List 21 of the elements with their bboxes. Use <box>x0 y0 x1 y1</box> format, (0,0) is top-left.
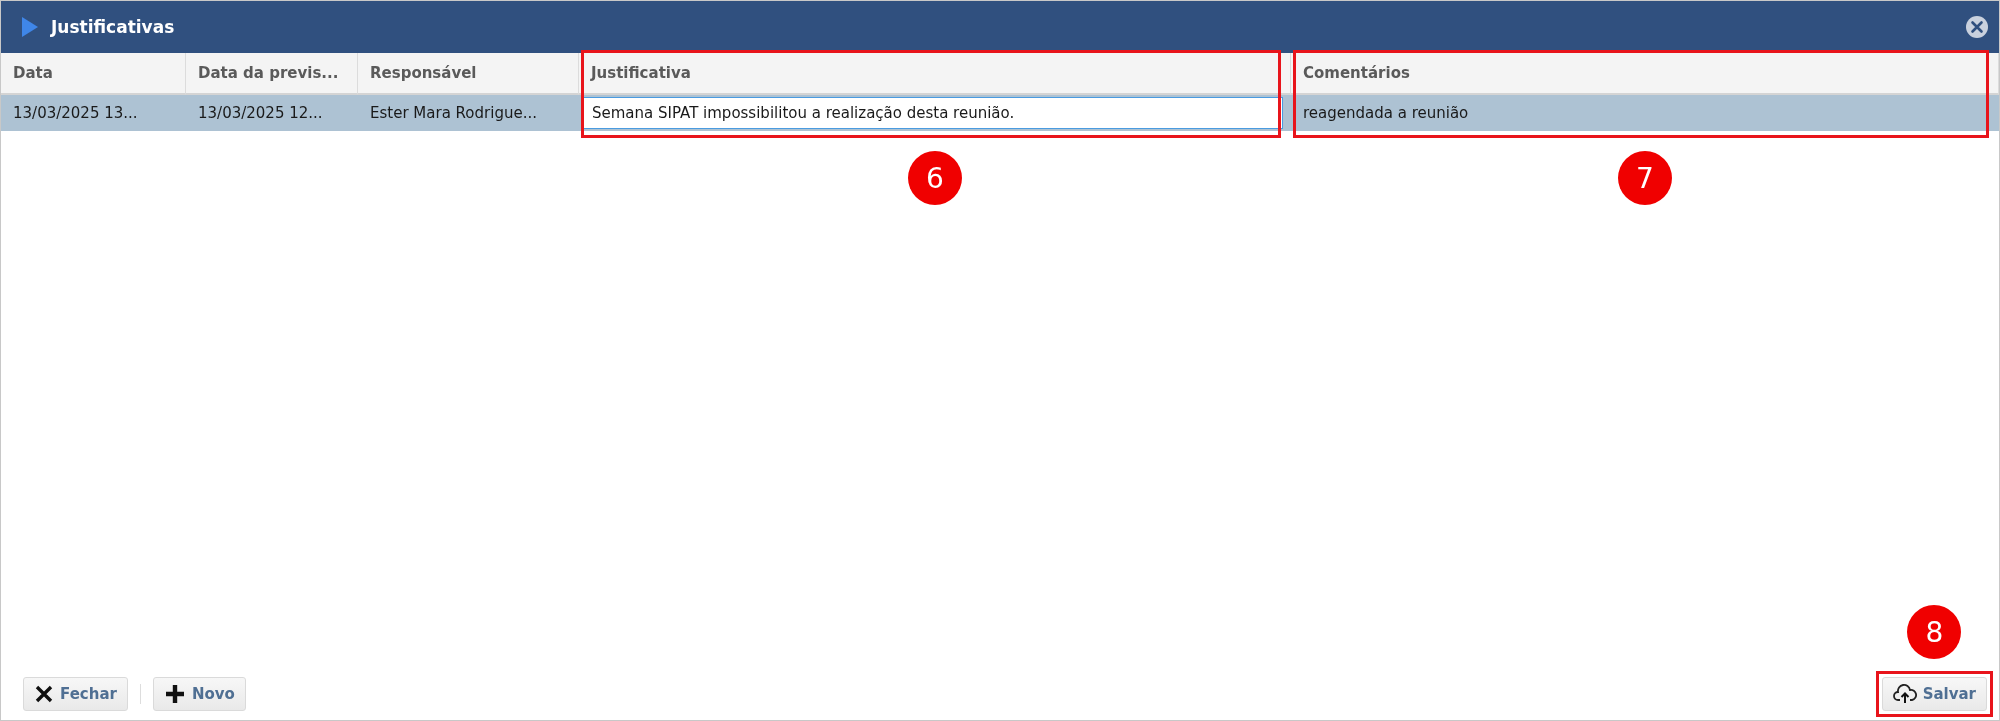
new-button[interactable]: Novo <box>152 677 246 711</box>
plus-icon <box>163 683 186 705</box>
table-cell: 13/03/2025 12... <box>186 95 358 131</box>
close-button[interactable]: Fechar <box>23 677 128 711</box>
table-cell: reagendada a reunião <box>1291 95 1999 131</box>
step-number: 6 <box>908 151 962 205</box>
column-header[interactable]: Comentários <box>1291 53 1999 95</box>
step-number: 8 <box>1907 605 1962 659</box>
play-icon <box>21 16 39 38</box>
column-header[interactable]: Responsável <box>358 53 579 95</box>
column-header[interactable]: Justificativa <box>579 53 1291 95</box>
close-icon[interactable] <box>1965 15 1989 39</box>
table-cell: 13/03/2025 13... <box>1 95 186 131</box>
x-icon <box>34 684 54 704</box>
column-header[interactable]: Data <box>1 53 186 95</box>
table-cell: Ester Mara Rodrigue... <box>358 95 579 131</box>
column-header[interactable]: Data da previs... <box>186 53 358 95</box>
step-number: 7 <box>1618 151 1672 205</box>
window-title: Justificativas <box>51 17 176 37</box>
cloud-upload-icon <box>1892 684 1917 704</box>
save-button[interactable]: Salvar <box>1881 677 1987 711</box>
